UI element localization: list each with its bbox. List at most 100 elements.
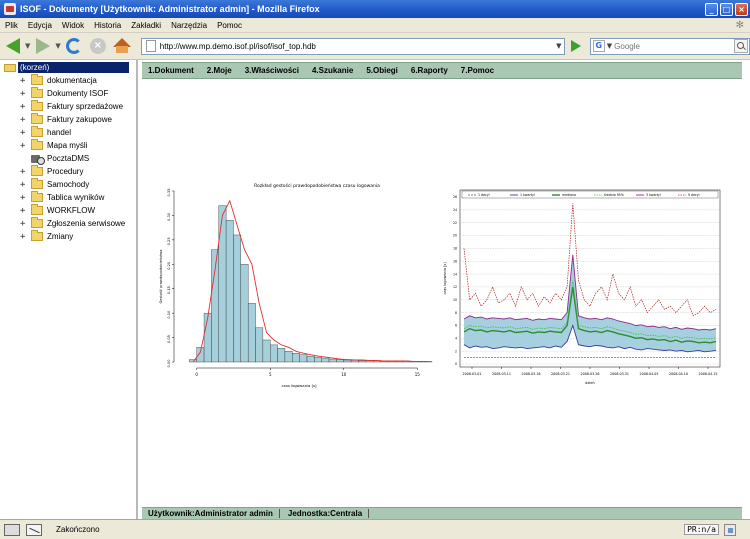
throbber-icon: ✻	[735, 19, 744, 31]
pagerank-indicator[interactable]: PR:n/a	[684, 524, 719, 535]
search-input[interactable]	[614, 41, 734, 51]
tree-item[interactable]: + Faktury sprzedażowe	[20, 100, 138, 113]
expand-icon[interactable]: +	[20, 180, 28, 190]
open-folder-icon	[4, 63, 16, 72]
tree-item[interactable]: + dokumentacja	[20, 74, 138, 87]
legend-label: średnia 95%	[604, 193, 624, 197]
x-tick-label: 2008.04.15	[699, 372, 718, 376]
y-tick-label: 22	[453, 221, 457, 225]
tree-item-label[interactable]: dokumentacja	[47, 76, 97, 85]
x-tick-label: 0	[195, 372, 198, 377]
tree-item[interactable]: + Dokumenty ISOF	[20, 87, 138, 100]
tree-item-label[interactable]: PocztaDMS	[47, 154, 89, 163]
search-icon[interactable]	[733, 39, 748, 53]
legend-label: 3 kwartyl	[646, 193, 661, 197]
legend-label: mediana	[562, 193, 576, 197]
tree-item-label[interactable]: Dokumenty ISOF	[47, 89, 108, 98]
tree-item-label[interactable]: handel	[47, 128, 71, 137]
expand-icon[interactable]: +	[20, 193, 28, 203]
close-button[interactable]: ×	[735, 2, 748, 16]
expand-icon[interactable]: +	[20, 141, 28, 151]
minimize-button[interactable]: _	[705, 2, 718, 16]
expand-icon[interactable]: +	[20, 167, 28, 177]
expand-icon[interactable]: +	[20, 206, 28, 216]
stop-button[interactable]: ×	[87, 35, 109, 57]
maximize-button[interactable]: □	[720, 2, 733, 16]
menu-bar: Plik Edycja Widok Historia Zakładki Narz…	[0, 18, 750, 33]
y-tick-label: 0.25	[167, 237, 171, 245]
menu-reports[interactable]: 6.Raporty	[411, 66, 448, 75]
tree-item-label[interactable]: Samochody	[47, 180, 89, 189]
menu-bookmarks[interactable]: Zakładki	[126, 21, 166, 30]
search-engine-dropdown[interactable]: ▼	[607, 42, 612, 50]
back-history-dropdown[interactable]: ▼	[25, 42, 30, 50]
menu-tools[interactable]: Narzędzia	[166, 21, 212, 30]
histogram-chart: Rozkład gestości prawdopodobieństwa czas…	[159, 182, 433, 388]
line-chart: 02468101214161820222426czas logowania [s…	[443, 189, 721, 385]
histogram-bar	[321, 357, 330, 363]
addon-icon[interactable]	[724, 523, 736, 536]
tree-item[interactable]: + Tablica wyników	[20, 191, 138, 204]
tree-item-label[interactable]: WORKFLOW	[47, 206, 95, 215]
expand-icon[interactable]: +	[20, 219, 28, 229]
tree-item[interactable]: + WORKFLOW	[20, 204, 138, 217]
y-tick-label: 24	[453, 208, 457, 212]
main-pane: 1.Dokument 2.Moje 3.Właściwości 4.Szukan…	[142, 60, 742, 519]
navigation-toolbar: ▼ ▼ × http://www.mp.demo.isof.pl/isof/is…	[0, 33, 750, 60]
menu-document[interactable]: 1.Dokument	[148, 66, 194, 75]
url-input[interactable]: http://www.mp.demo.isof.pl/isof/isof_top…	[160, 42, 554, 51]
url-dropdown-icon[interactable]: ▼	[554, 42, 564, 50]
menu-view[interactable]: Widok	[57, 21, 89, 30]
forward-history-dropdown[interactable]: ▼	[55, 42, 60, 50]
tree-item-label[interactable]: Tablica wyników	[47, 193, 104, 202]
reload-button[interactable]	[63, 35, 85, 57]
menu-edit[interactable]: Edycja	[23, 21, 57, 30]
tree-item[interactable]: + Samochody	[20, 178, 138, 191]
forward-button[interactable]	[32, 35, 54, 57]
expand-icon[interactable]: +	[20, 128, 28, 138]
tree-item[interactable]: PocztaDMS	[20, 152, 138, 165]
search-bar[interactable]: G ▼	[589, 37, 750, 55]
menu-help[interactable]: Pomoc	[212, 21, 247, 30]
tree-item-label[interactable]: Faktury sprzedażowe	[47, 102, 123, 111]
tree-item-label[interactable]: Faktury zakupowe	[47, 115, 112, 124]
y-tick-label: 2	[455, 349, 457, 353]
forward-arrow-icon	[36, 38, 51, 54]
menu-history[interactable]: Historia	[89, 21, 126, 30]
tree-root-label[interactable]: (korzeń)	[18, 62, 129, 73]
home-icon-base	[115, 46, 128, 53]
expand-icon[interactable]: +	[20, 232, 28, 242]
tree-item-label[interactable]: Zmiany	[47, 232, 73, 241]
menu-file[interactable]: Plik	[0, 21, 23, 30]
menu-properties[interactable]: 3.Właściwości	[245, 66, 299, 75]
histogram-bar	[328, 358, 337, 363]
tree-root[interactable]: (korzeń)	[4, 62, 129, 73]
home-button[interactable]	[111, 35, 133, 57]
tree-item-label[interactable]: Zgłoszenia serwisowe	[47, 219, 125, 228]
folder-icon	[31, 165, 43, 176]
tree-item-label[interactable]: Mapa myśli	[47, 141, 87, 150]
legend-label: 1 kwartyl	[520, 193, 535, 197]
expand-icon[interactable]: +	[20, 115, 28, 125]
menu-workflows[interactable]: 5.Obiegi	[366, 66, 398, 75]
tree-item[interactable]: + Procedury	[20, 165, 138, 178]
tree-item[interactable]: + Zgłoszenia serwisowe	[20, 217, 138, 230]
folder-icon	[31, 74, 43, 85]
google-icon[interactable]: G	[592, 40, 605, 52]
folder-icon	[31, 113, 43, 124]
tree-item[interactable]: + Mapa myśli	[20, 139, 138, 152]
menu-help-app[interactable]: 7.Pomoc	[461, 66, 494, 75]
tree-item-label[interactable]: Procedury	[47, 167, 83, 176]
x-tick-label: 15	[415, 372, 421, 377]
tree-item[interactable]: + Faktury zakupowe	[20, 113, 138, 126]
menu-search[interactable]: 4.Szukanie	[312, 66, 353, 75]
expand-icon[interactable]: +	[20, 102, 28, 112]
expand-icon[interactable]: +	[20, 76, 28, 86]
tree-item[interactable]: + Zmiany	[20, 230, 138, 243]
menu-mine[interactable]: 2.Moje	[207, 66, 232, 75]
url-bar[interactable]: http://www.mp.demo.isof.pl/isof/isof_top…	[140, 37, 565, 55]
tree-item[interactable]: + handel	[20, 126, 138, 139]
go-button[interactable]	[570, 40, 581, 52]
back-button[interactable]	[2, 35, 24, 57]
expand-icon[interactable]: +	[20, 89, 28, 99]
